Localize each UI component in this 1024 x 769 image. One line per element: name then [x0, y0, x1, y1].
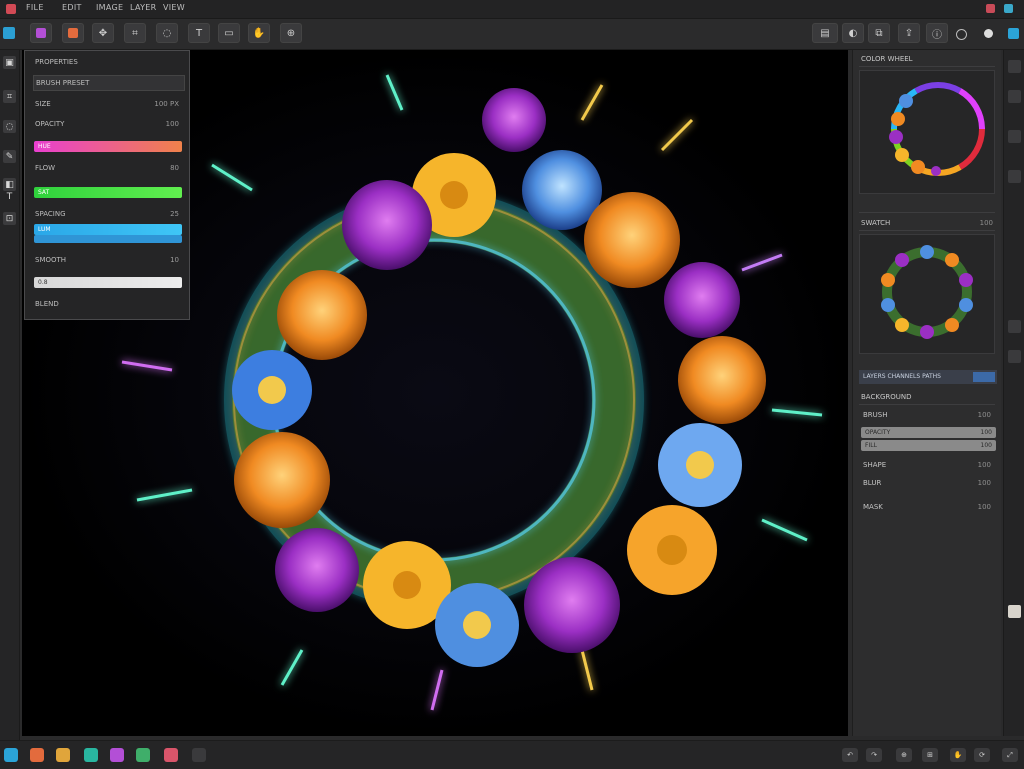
crop-icon[interactable]: ⌗ — [124, 23, 146, 43]
settings-icon[interactable] — [164, 748, 178, 762]
export-icon[interactable]: ⇪ — [898, 23, 920, 43]
menu-layer[interactable]: LAYER — [130, 3, 157, 12]
redo-icon[interactable]: ↷ — [866, 748, 882, 762]
bottom-bar: ↶ ↷ ⊕ ⊞ ✋ ⟳ ⤢ — [0, 740, 1024, 769]
right-panel: COLOR WHEEL SWATCH 100 LAYERS CHANNELS P… — [852, 50, 1001, 736]
rotate-icon[interactable]: ⟳ — [974, 748, 990, 762]
panel-tabs-row[interactable]: LAYERS CHANNELS PATHS — [859, 370, 997, 384]
brush-preset-row[interactable]: BRUSH PRESET — [33, 75, 185, 91]
size-row[interactable]: SIZE 100 PX — [33, 97, 183, 111]
app-logo-icon — [6, 4, 16, 14]
fill-slider[interactable]: FILL 100 — [861, 440, 996, 451]
adjust-icon[interactable]: ◐ — [842, 23, 864, 43]
move-icon[interactable]: ✥ — [92, 23, 114, 43]
left-tool-strip: ▣ ⌗ ◌ ✎ ◧ T ⊡ — [0, 50, 20, 740]
background-header: BACKGROUND — [859, 390, 995, 405]
channels-icon[interactable] — [1008, 350, 1021, 363]
luminance-track — [34, 235, 182, 243]
lasso-tool-icon[interactable]: ◌ — [3, 120, 16, 133]
blur-row[interactable]: BLUR 100 — [859, 476, 995, 490]
crop-tool-icon[interactable]: ⌗ — [3, 90, 16, 103]
swatch-header: SWATCH 100 — [859, 216, 995, 231]
select-tool-icon[interactable]: ▣ — [3, 56, 16, 69]
grid-icon[interactable]: ⊞ — [922, 748, 938, 762]
brush-icon[interactable] — [30, 23, 52, 43]
hue-slider[interactable]: HUE — [34, 141, 182, 152]
home-icon[interactable] — [3, 27, 15, 39]
menu-view[interactable]: VIEW — [163, 3, 185, 12]
more-icon[interactable] — [192, 748, 206, 762]
smooth-row[interactable]: SMOOTH 10 — [33, 253, 183, 267]
color-wheel-footer — [859, 198, 995, 213]
spacing-row[interactable]: SPACING 25 — [33, 207, 183, 221]
text-tool-icon[interactable]: T — [3, 190, 16, 203]
brush-tool-icon[interactable]: ✎ — [3, 150, 16, 163]
lasso-icon[interactable]: ◌ — [156, 23, 178, 43]
menu-edit[interactable]: EDIT — [62, 3, 82, 12]
color-wheel-box[interactable] — [859, 70, 995, 194]
user-icon[interactable] — [984, 29, 993, 38]
menu-bar: FILE EDIT IMAGE LAYER VIEW — [0, 0, 1024, 19]
active-tab[interactable] — [973, 372, 995, 382]
toolbar: ✥ ⌗ ◌ T ▭ ✋ ⊕ ▤ ◐ ⧉ ⇪ ⓘ — [0, 19, 1024, 50]
menu-file[interactable]: FILE — [26, 3, 44, 12]
layers-icon[interactable]: ▤ — [812, 23, 838, 43]
mask-icon[interactable] — [136, 748, 150, 762]
filter-icon[interactable]: ⧉ — [868, 23, 890, 43]
menu-image[interactable]: IMAGE — [96, 3, 123, 12]
info-icon[interactable]: ⓘ — [926, 23, 948, 43]
zoom-icon[interactable]: ⊕ — [896, 748, 912, 762]
history-icon[interactable] — [1008, 90, 1021, 103]
settings-icon[interactable] — [956, 29, 967, 40]
properties-title-row: PROPERTIES — [33, 55, 183, 69]
opacity-row[interactable]: OPACITY 100 — [33, 117, 183, 131]
filter-icon[interactable] — [110, 748, 124, 762]
thumbnail-preview[interactable] — [859, 234, 995, 354]
properties-title: PROPERTIES — [35, 58, 78, 66]
share-icon[interactable] — [1008, 28, 1019, 39]
palette-icon[interactable] — [56, 748, 70, 762]
hand-icon[interactable]: ✋ — [248, 23, 270, 43]
layer-icon[interactable] — [4, 748, 18, 762]
properties-panel: PROPERTIES BRUSH PRESET SIZE 100 PX OPAC… — [24, 50, 190, 320]
gradient-icon[interactable] — [84, 748, 98, 762]
strength-slider[interactable]: 0.8 — [34, 277, 182, 288]
shape-icon[interactable]: ▭ — [218, 23, 240, 43]
close-icon[interactable] — [1004, 4, 1013, 13]
shape-row[interactable]: SHAPE 100 — [859, 458, 995, 472]
brush-icon[interactable] — [30, 748, 44, 762]
navigator-icon[interactable] — [1008, 130, 1021, 143]
luminance-slider[interactable]: LUM — [34, 224, 182, 235]
flow-row[interactable]: FLOW 80 — [33, 161, 183, 175]
layers-panel-icon[interactable] — [1008, 320, 1021, 333]
color-chip-icon[interactable] — [1008, 605, 1021, 618]
undo-icon[interactable]: ↶ — [842, 748, 858, 762]
saturation-slider[interactable]: SAT — [34, 187, 182, 198]
minimize-icon[interactable] — [986, 4, 995, 13]
color-wheel-header: COLOR WHEEL — [859, 52, 995, 67]
wreath-thumbnail — [881, 245, 973, 339]
mask-row[interactable]: MASK 100 — [859, 500, 995, 514]
panel-toggle-icon[interactable] — [1008, 60, 1021, 73]
brushes-icon[interactable] — [1008, 170, 1021, 183]
color-icon[interactable] — [62, 23, 84, 43]
text-icon[interactable]: T — [188, 23, 210, 43]
color-wheel[interactable] — [860, 71, 994, 193]
brush-row[interactable]: BRUSH 100 — [859, 408, 995, 422]
opacity-slider[interactable]: OPACITY 100 — [861, 427, 996, 438]
fullscreen-icon[interactable]: ⤢ — [1002, 748, 1018, 762]
hand-icon[interactable]: ✋ — [950, 748, 966, 762]
blend-row[interactable]: BLEND — [33, 297, 183, 311]
far-right-strip — [1003, 50, 1024, 736]
zoom-icon[interactable]: ⊕ — [280, 23, 302, 43]
stamp-tool-icon[interactable]: ⊡ — [3, 212, 16, 225]
